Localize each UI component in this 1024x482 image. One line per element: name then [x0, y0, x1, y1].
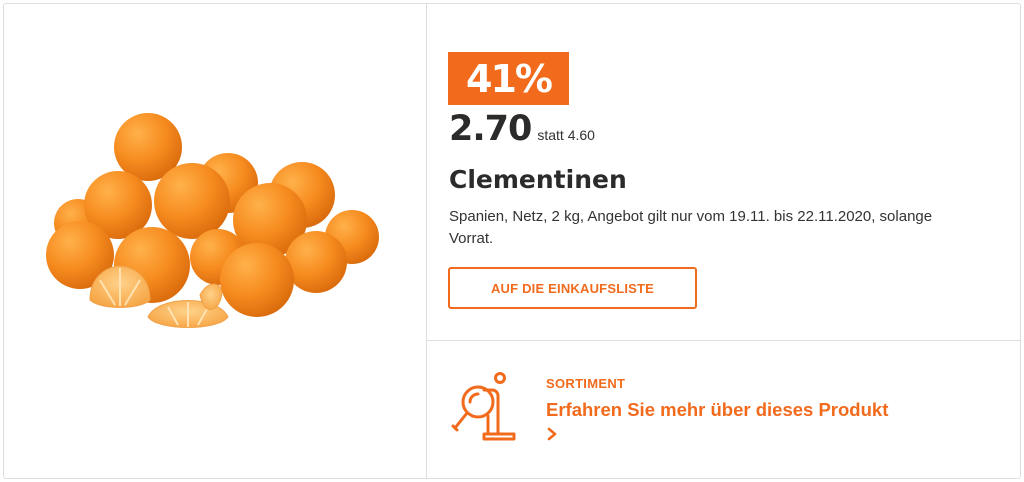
- horizontal-divider: [427, 340, 1021, 341]
- original-price: statt 4.60: [537, 127, 595, 143]
- range-label: SORTIMENT: [546, 376, 626, 391]
- learn-more-link[interactable]: Erfahren Sie mehr über dieses Produkt: [546, 399, 888, 421]
- current-price: 2.70: [449, 109, 532, 149]
- discount-badge: 41%: [448, 52, 569, 105]
- product-description: Spanien, Netz, 2 kg, Angebot gilt nur vo…: [449, 208, 933, 247]
- add-to-shopping-list-button[interactable]: AUF DIE EINKAUFSLISTE: [448, 267, 697, 309]
- discount-value: 41%: [466, 56, 553, 101]
- vertical-divider: [426, 3, 427, 479]
- add-to-shopping-list-label: AUF DIE EINKAUFSLISTE: [490, 280, 655, 296]
- product-image: [46, 113, 379, 328]
- product-title: Clementinen: [449, 165, 627, 194]
- chevron-right-icon[interactable]: [546, 426, 558, 442]
- price-row: 2.70 statt 4.60: [449, 109, 595, 149]
- magnifier-product-icon: [451, 372, 516, 441]
